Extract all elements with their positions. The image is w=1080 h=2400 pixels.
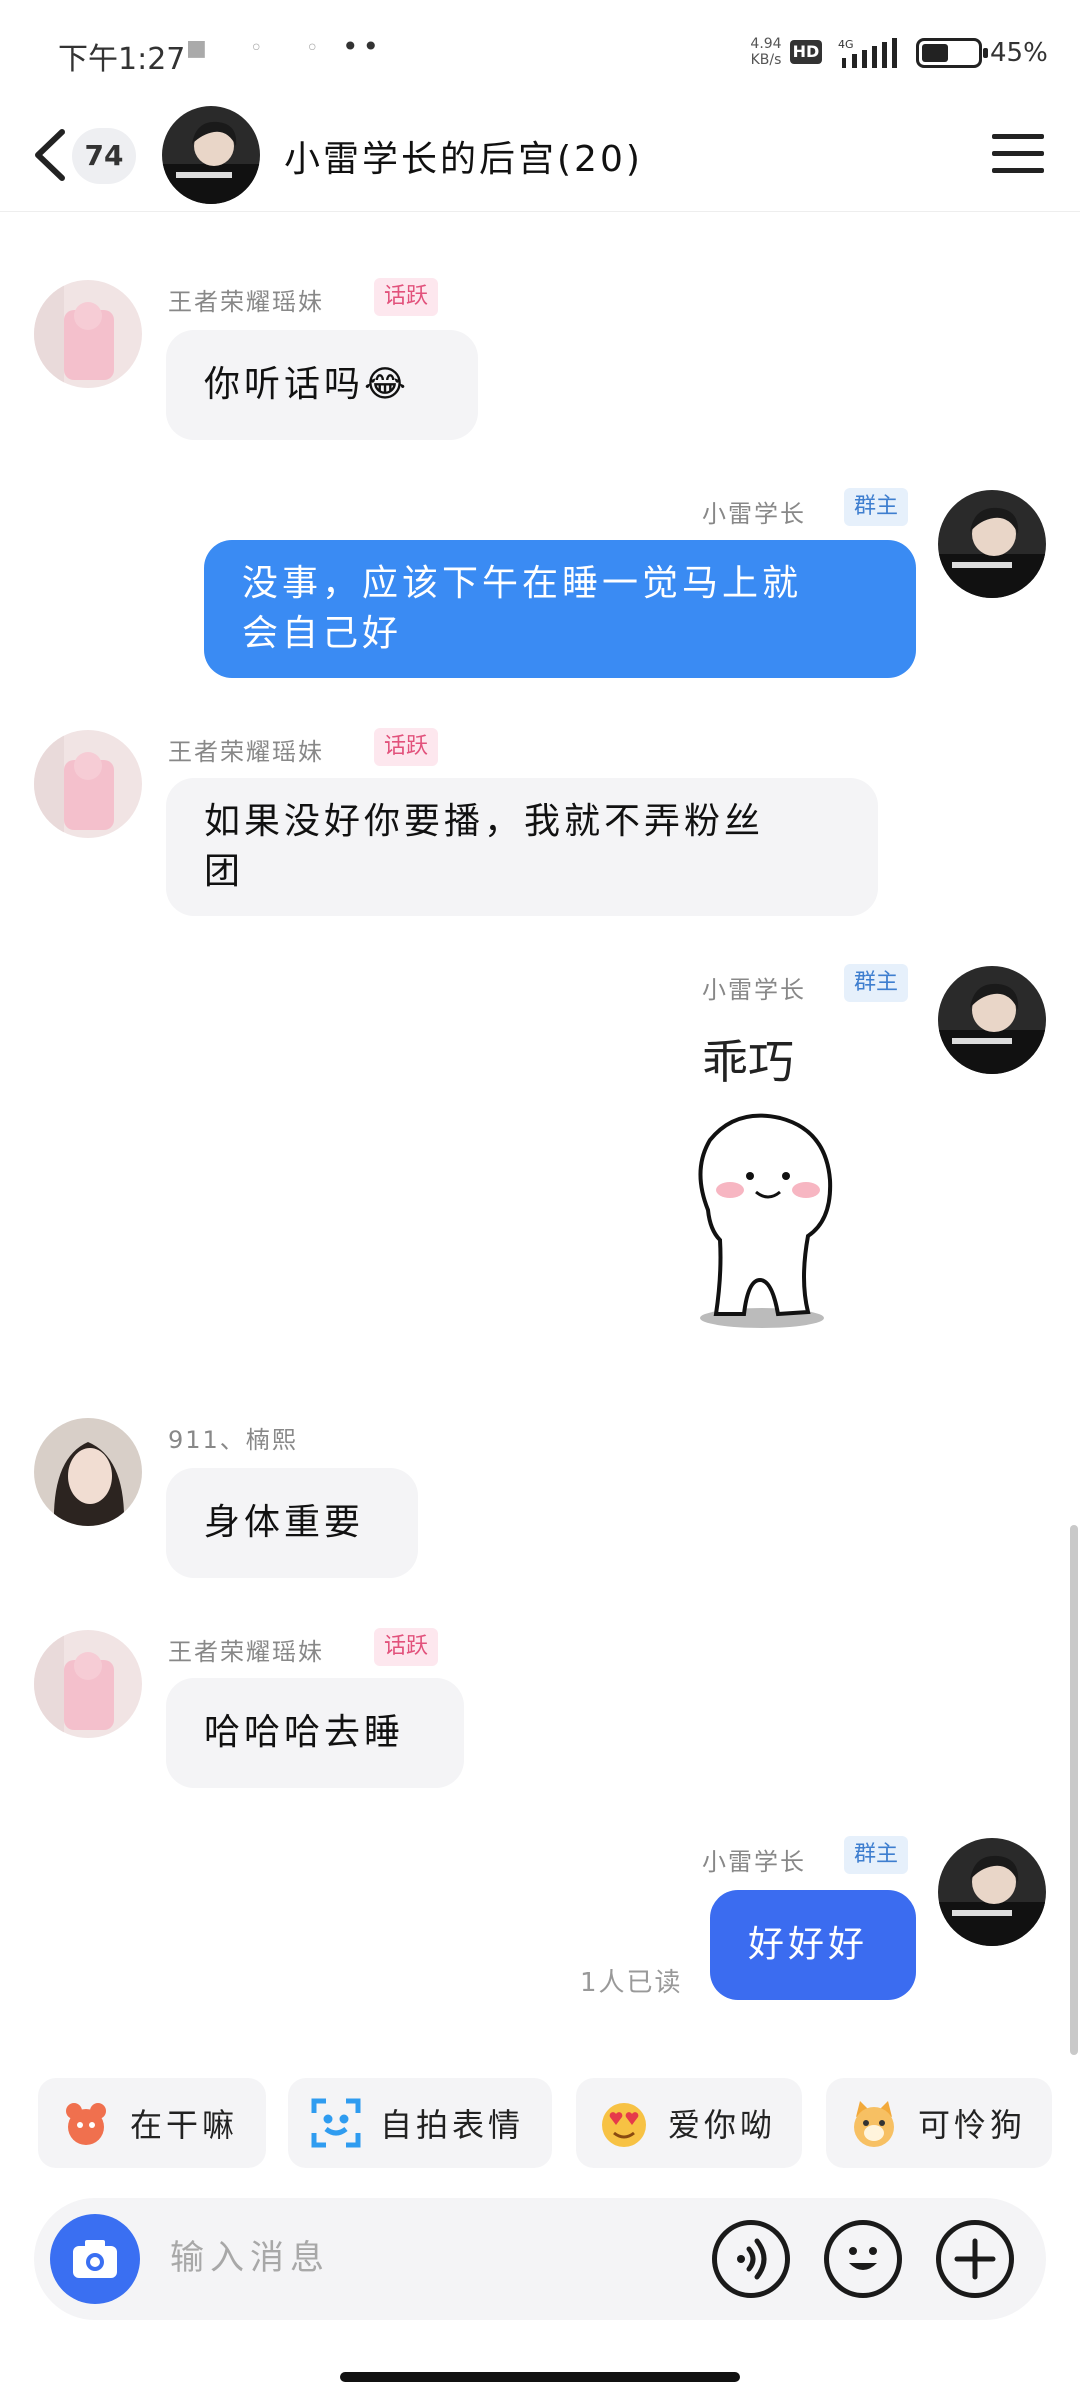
- avatar-xiaolei[interactable]: [938, 966, 1046, 1074]
- avatar-yaomei[interactable]: [34, 1630, 142, 1738]
- sender-name: 小雷学长: [702, 1848, 806, 1876]
- sticker-guaiqiao[interactable]: 乖巧: [640, 1030, 870, 1340]
- message-line: 团: [204, 851, 245, 892]
- avatar-yaomei[interactable]: [34, 730, 142, 838]
- message-line: 没事，应该下午在睡一觉马上就: [242, 563, 803, 604]
- emoji-button[interactable]: [824, 2220, 902, 2298]
- avatar-xiaolei[interactable]: [938, 1838, 1046, 1946]
- smiley-icon: [849, 2247, 877, 2270]
- status-time: 下午1:27: [58, 42, 186, 77]
- battery-percent: 45%: [990, 38, 1048, 68]
- quick-reply-zaiganma[interactable]: 在干嘛: [38, 2078, 266, 2168]
- heart-eyes-icon: [598, 2097, 650, 2149]
- message-bubble[interactable]: 如果没好你要播，我就不弄粉丝 团: [166, 778, 878, 916]
- message-bubble[interactable]: 哈哈哈去睡: [166, 1678, 464, 1788]
- message-bubble[interactable]: 没事，应该下午在睡一觉马上就 会自己好: [204, 540, 916, 678]
- group-avatar[interactable]: [162, 106, 260, 204]
- quick-reply-aini[interactable]: 爱你呦: [576, 2078, 802, 2168]
- voice-icon: [737, 2238, 767, 2280]
- read-receipt: 1人已读: [580, 1968, 683, 1998]
- quick-reply-row: 在干嘛 自拍表情 爱你呦 可怜狗: [0, 2078, 1080, 2168]
- chat-header: 74 小雷学长的后宫(20): [0, 100, 1080, 212]
- add-button[interactable]: [936, 2220, 1014, 2298]
- quick-reply-zipai[interactable]: 自拍表情: [288, 2078, 552, 2168]
- owner-tag: 群主: [844, 964, 909, 1002]
- message-line: 会自己好: [242, 613, 403, 654]
- message-bubble[interactable]: 你听话吗😂: [166, 330, 478, 440]
- group-title: 小雷学长的后宫(20): [284, 139, 643, 180]
- avatar-xiaolei[interactable]: [938, 490, 1046, 598]
- owner-tag: 群主: [844, 488, 909, 526]
- sender-name: 小雷学长: [702, 500, 806, 528]
- message-input[interactable]: [170, 2228, 690, 2288]
- bear-icon: [60, 2097, 112, 2149]
- hd-icon: HD: [790, 40, 822, 64]
- menu-icon[interactable]: [992, 134, 1044, 178]
- member-tag: 话跃: [374, 278, 439, 316]
- battery-icon: [916, 38, 988, 68]
- back-arrow-icon[interactable]: [30, 126, 70, 184]
- quick-reply-label: 在干嘛: [130, 2106, 239, 2144]
- signal-icon: 4G: [838, 38, 897, 68]
- sender-name: 小雷学长: [702, 976, 806, 1004]
- network-type: 4G: [838, 38, 854, 51]
- quick-reply-kelian[interactable]: 可怜狗: [826, 2078, 1052, 2168]
- message-bubble[interactable]: 好好好: [710, 1890, 916, 2000]
- message-bubble[interactable]: 身体重要: [166, 1468, 418, 1578]
- sender-name: 王者荣耀瑶妹: [168, 288, 324, 316]
- sender-name: 王者荣耀瑶妹: [168, 738, 324, 766]
- net-speed: 4.94 KB/s: [750, 36, 782, 68]
- sticker-caption: 乖巧: [702, 1035, 794, 1089]
- sender-name: 911、楠熙: [168, 1426, 298, 1454]
- member-tag: 话跃: [374, 728, 439, 766]
- plus-icon: [954, 2238, 996, 2280]
- camera-button[interactable]: [50, 2214, 140, 2304]
- unread-count-badge[interactable]: 74: [72, 128, 136, 184]
- message-input-bar: [34, 2198, 1046, 2320]
- dog-icon: [848, 2097, 900, 2149]
- sender-name: 王者荣耀瑶妹: [168, 1638, 324, 1666]
- owner-tag: 群主: [844, 1836, 909, 1874]
- camera-icon: [73, 2240, 117, 2278]
- scrollbar[interactable]: [1070, 1525, 1078, 2055]
- face-scan-icon: [310, 2097, 362, 2149]
- message-line: 如果没好你要播，我就不弄粉丝: [204, 801, 765, 842]
- notification-icons: ■ ◦ ◦: [186, 36, 337, 61]
- quick-reply-label: 可怜狗: [918, 2106, 1027, 2144]
- more-notifications-icon: ••: [342, 30, 384, 63]
- quick-reply-label: 自拍表情: [380, 2106, 525, 2144]
- member-tag: 话跃: [374, 1628, 439, 1666]
- avatar-nanxi[interactable]: [34, 1418, 142, 1526]
- voice-button[interactable]: [712, 2220, 790, 2298]
- quick-reply-label: 爱你呦: [668, 2106, 777, 2144]
- home-indicator[interactable]: [340, 2372, 740, 2382]
- status-bar: 下午1:27 ■ ◦ ◦ •• 4.94 KB/s HD 4G 45%: [0, 0, 1080, 100]
- avatar-yaomei[interactable]: [34, 280, 142, 388]
